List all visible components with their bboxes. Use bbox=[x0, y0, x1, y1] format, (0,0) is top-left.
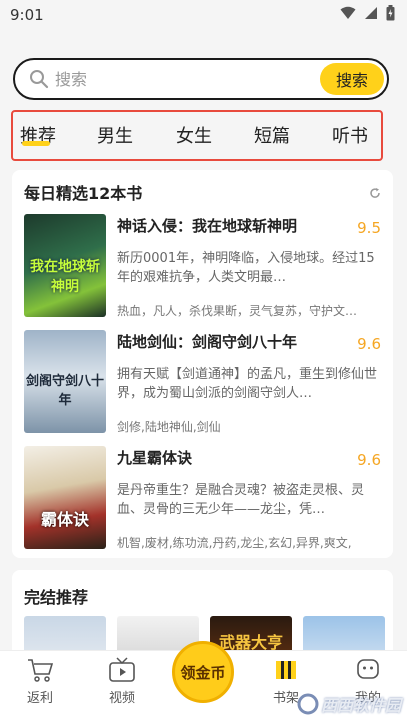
coin-label: 领金币 bbox=[180, 663, 226, 682]
search-button[interactable]: 搜索 bbox=[320, 63, 384, 95]
search-bar: 搜索 bbox=[13, 58, 389, 100]
cart-icon bbox=[28, 659, 54, 682]
refresh-icon[interactable] bbox=[369, 184, 381, 203]
watermark-logo: 西西软件园 bbox=[297, 692, 401, 716]
book-title[interactable]: 陆地剑仙：剑阁守剑八十年 bbox=[117, 331, 297, 352]
book-item[interactable]: 剑阁守剑八十年 陆地剑仙：剑阁守剑八十年 9.6 拥有天赋【剑道通神】的孟凡，重… bbox=[12, 330, 393, 440]
book-tags: 剑修,陆地神仙,剑仙 bbox=[117, 420, 221, 434]
book-description: 新历0001年，神明降临，入侵地球。经过15年的艰难抗争，人类文明最… bbox=[117, 251, 375, 285]
book-description: 拥有天赋【剑道通神】的孟凡，重生到修仙世界，成为蜀山剑派的剑阁守剑人… bbox=[117, 367, 378, 401]
tab-female[interactable]: 女生 bbox=[176, 122, 212, 148]
book-cover[interactable]: 我在地球斩神明 bbox=[24, 214, 106, 317]
book-tags: 热血，凡人，杀伐果断，灵气复苏，守护文… bbox=[117, 304, 358, 318]
tv-icon bbox=[109, 657, 135, 682]
book-score: 9.6 bbox=[357, 451, 381, 469]
section-title: 每日精选12本书 bbox=[24, 184, 143, 203]
nav-label: 返利 bbox=[26, 691, 53, 706]
daily-picks-card: 每日精选12本书 我在地球斩神明 神话入侵：我在地球斩神明 9.5 新历0001… bbox=[12, 170, 393, 558]
section-title: 完结推荐 bbox=[24, 588, 89, 607]
book-score: 9.5 bbox=[357, 219, 381, 237]
book-title[interactable]: 神话入侵：我在地球斩神明 bbox=[117, 215, 297, 236]
book-title[interactable]: 九星霸体诀 bbox=[117, 447, 192, 468]
tab-short[interactable]: 短篇 bbox=[254, 122, 290, 148]
tab-audiobook[interactable]: 听书 bbox=[332, 122, 368, 148]
book-score: 9.6 bbox=[357, 335, 381, 353]
nav-rebate[interactable]: 返利 bbox=[10, 657, 70, 706]
profile-icon bbox=[357, 659, 379, 679]
book-cover[interactable]: 剑阁守剑八十年 bbox=[24, 330, 106, 433]
book-tags: 机智,废材,练功流,丹药,龙尘,玄幻,异界,爽文, bbox=[117, 536, 352, 550]
nav-coin-button[interactable]: 领金币 bbox=[172, 641, 234, 703]
watermark-icon bbox=[297, 693, 319, 715]
battery-icon bbox=[386, 5, 395, 25]
tab-male[interactable]: 男生 bbox=[97, 122, 133, 148]
signal-icon bbox=[364, 6, 378, 24]
status-time: 9:01 bbox=[10, 6, 44, 24]
bookshelf-icon bbox=[276, 661, 296, 679]
nav-video[interactable]: 视频 bbox=[92, 657, 152, 706]
nav-label: 视频 bbox=[108, 691, 135, 706]
search-icon bbox=[29, 69, 49, 93]
nav-label: 书架 bbox=[272, 691, 299, 706]
book-description: 是丹帝重生？是融合灵魂？被盗走灵根、灵血、灵骨的三无少年——龙尘，凭… bbox=[117, 483, 365, 517]
wifi-icon bbox=[340, 6, 356, 24]
status-bar: 9:01 bbox=[0, 0, 407, 30]
active-tab-indicator bbox=[22, 141, 50, 146]
book-item[interactable]: 霸体诀 九星霸体诀 9.6 是丹帝重生？是融合灵魂？被盗走灵根、灵血、灵骨的三无… bbox=[12, 446, 393, 556]
book-cover[interactable]: 霸体诀 bbox=[24, 446, 106, 549]
search-input[interactable] bbox=[55, 68, 285, 90]
book-item[interactable]: 我在地球斩神明 神话入侵：我在地球斩神明 9.5 新历0001年，神明降临，入侵… bbox=[12, 214, 393, 324]
